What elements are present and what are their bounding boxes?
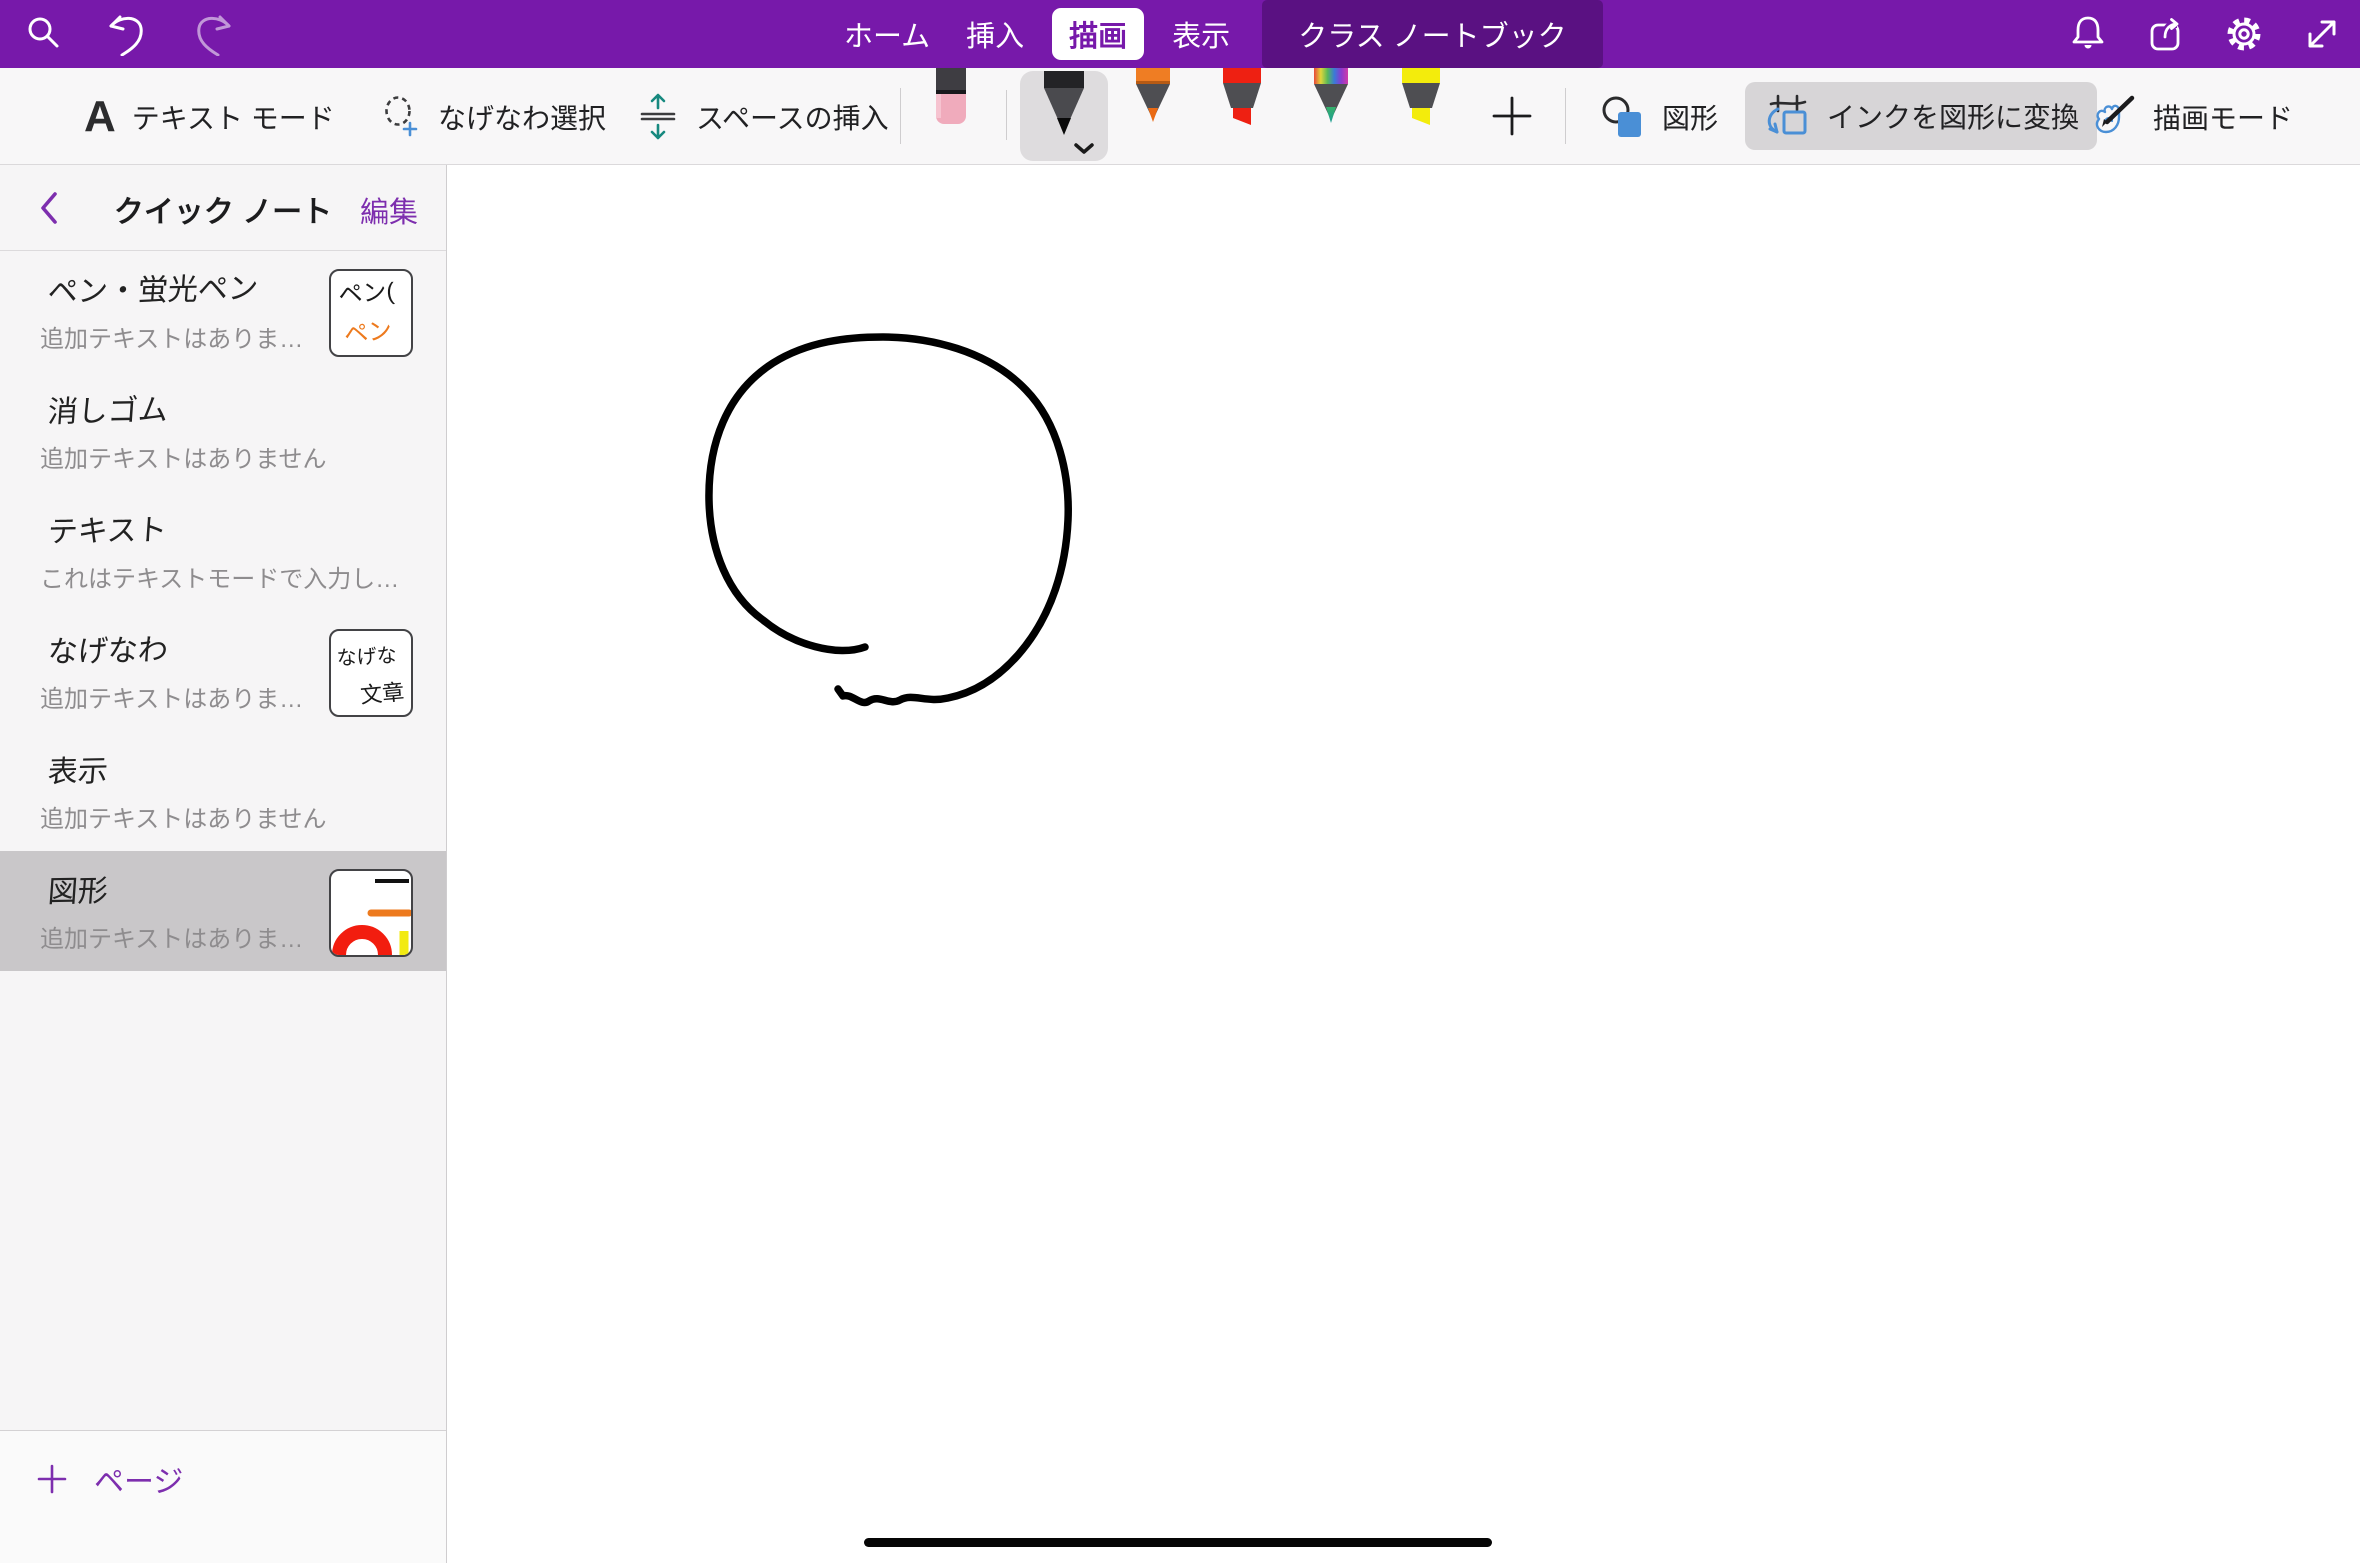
black-pen-icon [1020, 71, 1108, 161]
redo-icon[interactable] [190, 12, 234, 56]
drawing-canvas[interactable] [448, 165, 2360, 1563]
tab-draw[interactable]: 描画 [1052, 8, 1144, 60]
ribbon-tabs: ホーム 挿入 描画 表示 クラス ノートブック [826, 0, 1603, 68]
text-mode-icon: A [84, 95, 116, 139]
page-subtitle: 追加テキストはありま… [40, 319, 303, 354]
lasso-icon [382, 96, 422, 138]
galaxy-pen-tool[interactable] [1308, 68, 1354, 134]
draw-mode-icon [2085, 93, 2137, 141]
thumb-ink-text: ペン( [338, 278, 396, 309]
text-mode-button[interactable]: A テキスト モード [84, 68, 335, 165]
toolbar-divider [1565, 88, 1566, 144]
eraser-tool[interactable] [928, 68, 974, 130]
page-list-sidebar: クイック ノート 編集 ペン・蛍光ペン 追加テキストはありま… ペン( ペン 消… [0, 165, 447, 1563]
page-subtitle: 追加テキストはありません [40, 439, 327, 474]
hand-drawn-circle-ink [448, 165, 2360, 1563]
share-icon[interactable] [2144, 12, 2188, 56]
insert-space-button[interactable]: スペースの挿入 [636, 68, 889, 165]
bell-icon[interactable] [2066, 12, 2110, 56]
page-title: なげなわ [46, 625, 169, 671]
black-pen-tool-selected[interactable] [1020, 71, 1108, 161]
insert-space-label: スペースの挿入 [696, 97, 889, 137]
draw-mode-label: 描画モード [2153, 97, 2293, 137]
undo-icon[interactable] [106, 12, 150, 56]
sidebar-footer: ページ [0, 1430, 446, 1563]
page-subtitle: これはテキストモードで入力し… [40, 559, 399, 594]
page-item-pen-highlighter[interactable]: ペン・蛍光ペン 追加テキストはありま… ペン( ペン [0, 251, 446, 371]
page-item-lasso[interactable]: なげなわ 追加テキストはありま… なげな 文章 [0, 611, 446, 731]
class-notebook-button[interactable]: クラス ノートブック [1262, 0, 1602, 68]
page-title: ペン・蛍光ペン [46, 263, 259, 311]
ink-to-shape-button-selected[interactable]: インクを図形に変換 [1745, 82, 2097, 150]
page-item-eraser[interactable]: 消しゴム 追加テキストはありません [0, 371, 446, 491]
tab-view[interactable]: 表示 [1154, 0, 1248, 68]
chevron-down-icon [1076, 145, 1092, 152]
draw-mode-button[interactable]: 描画モード [2085, 68, 2293, 165]
lasso-label: なげなわ選択 [438, 97, 606, 137]
page-item-view[interactable]: 表示 追加テキストはありません [0, 731, 446, 851]
orange-pen-tool[interactable] [1130, 68, 1176, 132]
sidebar-header: クイック ノート 編集 [0, 165, 446, 251]
thumb-ink-text: 文章 [359, 679, 405, 708]
search-icon[interactable] [22, 12, 66, 56]
settings-icon[interactable] [2222, 12, 2266, 56]
red-highlighter-tool[interactable] [1219, 68, 1265, 130]
title-bar-right-icons [2066, 0, 2344, 68]
page-title: 図形 [46, 866, 109, 911]
tab-insert[interactable]: 挿入 [948, 0, 1042, 68]
add-pen-button[interactable] [1490, 94, 1534, 138]
toolbar-divider [1006, 90, 1007, 140]
page-thumbnail: ペン( ペン [329, 269, 413, 357]
edit-button[interactable]: 編集 [360, 189, 418, 231]
page-subtitle: 追加テキストはありま… [40, 919, 303, 954]
title-bar: ホーム 挿入 描画 表示 クラス ノートブック [0, 0, 2360, 68]
home-indicator-handle[interactable] [864, 1538, 1492, 1547]
toolbar-divider [900, 88, 901, 144]
page-subtitle: 追加テキストはありません [40, 799, 327, 834]
add-page-button[interactable]: ページ [36, 1457, 183, 1501]
lasso-select-button[interactable]: なげなわ選択 [382, 68, 606, 165]
page-subtitle: 追加テキストはありま… [40, 679, 303, 714]
page-item-shapes[interactable]: 図形 追加テキストはありま… [0, 851, 446, 971]
shapes-icon [1600, 94, 1646, 140]
ink-to-shape-icon [1763, 92, 1813, 140]
title-bar-left-icons [22, 0, 234, 68]
shapes-button[interactable]: 図形 [1600, 68, 1718, 165]
page-title: 表示 [46, 746, 109, 791]
yellow-highlighter-tool[interactable] [1398, 68, 1444, 130]
fullscreen-icon[interactable] [2300, 12, 2344, 56]
page-item-text[interactable]: テキスト これはテキストモードで入力し… [0, 491, 446, 611]
shapes-label: 図形 [1662, 97, 1718, 137]
plus-icon [36, 1463, 68, 1495]
tab-home[interactable]: ホーム [826, 0, 948, 68]
page-thumbnail [329, 869, 413, 957]
add-page-label: ページ [94, 1457, 183, 1501]
thumb-ink-text: ペン [343, 317, 394, 349]
insert-space-icon [636, 92, 680, 142]
draw-toolbar: A テキスト モード なげなわ選択 スペースの挿入 [0, 68, 2360, 165]
thumb-ink-text: なげな [336, 644, 397, 670]
page-title: 消しゴム [46, 385, 169, 431]
onenote-app: ホーム 挿入 描画 表示 クラス ノートブック [0, 0, 2360, 1563]
ink-to-shape-label: インクを図形に変換 [1827, 96, 2079, 136]
page-title: テキスト [46, 505, 168, 551]
text-mode-label: テキスト モード [132, 97, 335, 137]
page-thumbnail: なげな 文章 [329, 629, 413, 717]
